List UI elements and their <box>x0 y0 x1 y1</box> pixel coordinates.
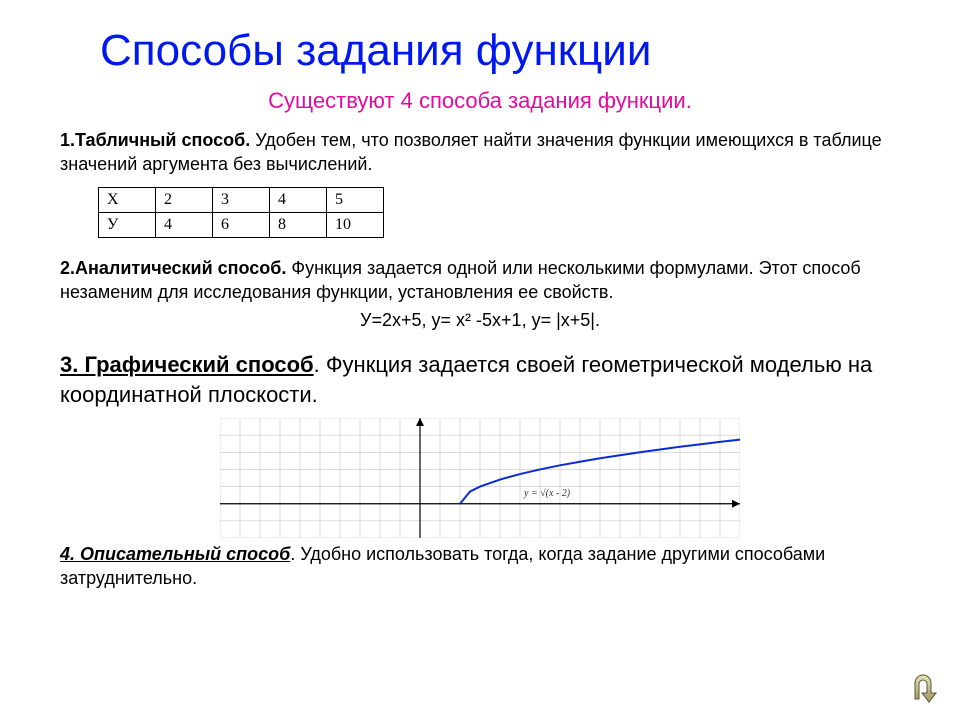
section-4-lead: 4. Описательный способ <box>60 544 290 564</box>
function-graph: y = √(x - 2) <box>220 418 740 538</box>
table-cell: 2 <box>156 187 213 212</box>
table-cell: 4 <box>270 187 327 212</box>
table-cell: 4 <box>156 212 213 237</box>
table-cell: Х <box>99 187 156 212</box>
table-cell: 3 <box>213 187 270 212</box>
section-2: 2.Аналитический способ. Функция задается… <box>60 256 900 333</box>
table-cell: 5 <box>327 187 384 212</box>
section-4: 4. Описательный способ. Удобно использов… <box>60 542 900 591</box>
section-2-lead: 2.Аналитический способ. <box>60 258 286 278</box>
u-turn-icon <box>903 669 941 707</box>
table-cell: 6 <box>213 212 270 237</box>
chart-container: y = √(x - 2) <box>40 418 920 538</box>
table-row: У 4 6 8 10 <box>99 212 384 237</box>
nav-back-button[interactable] <box>902 668 942 708</box>
section-3-lead: 3. Графический способ <box>60 352 314 377</box>
section-2-formulas: У=2х+5, у= х² -5х+1, у= |х+5|. <box>60 308 900 332</box>
table-row: Х 2 3 4 5 <box>99 187 384 212</box>
table-cell: У <box>99 212 156 237</box>
subtitle: Существуют 4 способа задания функции. <box>40 88 920 114</box>
table-cell: 10 <box>327 212 384 237</box>
table-cell: 8 <box>270 212 327 237</box>
section-1-lead: 1.Табличный способ. <box>60 130 250 150</box>
svg-text:y = √(x - 2): y = √(x - 2) <box>523 488 571 499</box>
slide: Способы задания функции Существуют 4 спо… <box>0 0 960 720</box>
section-1: 1.Табличный способ. Удобен тем, что позв… <box>60 128 900 177</box>
section-3: 3. Графический способ. Функция задается … <box>60 350 900 409</box>
value-table: Х 2 3 4 5 У 4 6 8 10 <box>98 187 384 238</box>
page-title: Способы задания функции <box>100 26 920 76</box>
